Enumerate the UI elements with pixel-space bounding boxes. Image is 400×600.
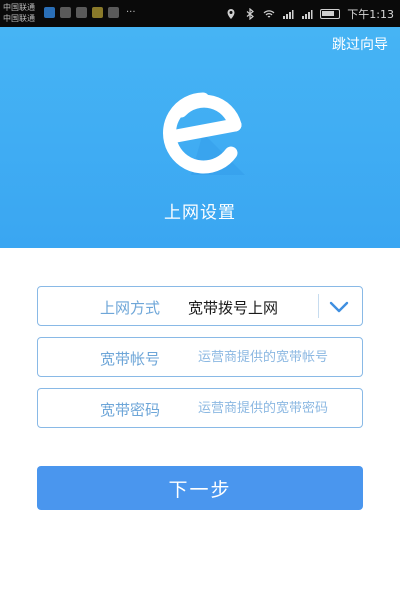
status-right: 下午1:13 <box>225 6 394 22</box>
bluetooth-icon <box>246 8 255 20</box>
app-notification-icon <box>44 7 55 18</box>
password-input[interactable] <box>198 395 358 421</box>
app-badge-icon <box>92 7 103 18</box>
more-notifications-indicator: ··· <box>126 7 136 18</box>
battery-icon <box>320 9 341 19</box>
heart-notification-icon <box>76 7 87 18</box>
location-icon <box>227 9 235 19</box>
connection-type-select[interactable]: 上网方式 宽带拨号上网 <box>37 286 363 326</box>
broadband-password-field: 宽带密码 <box>37 388 363 428</box>
next-step-button[interactable]: 下一步 <box>37 466 363 510</box>
wifi-icon <box>263 10 275 18</box>
connection-type-label: 上网方式 <box>100 299 161 317</box>
page-title: 上网设置 <box>164 203 236 223</box>
chevron-down-icon[interactable] <box>328 297 350 317</box>
signal-2-icon <box>302 10 313 19</box>
account-label: 宽带帐号 <box>100 350 161 368</box>
password-label: 宽带密码 <box>100 401 161 419</box>
status-bar: 中国联通 中国联通 ··· 下午1:13 <box>0 0 400 27</box>
recycle-notification-icon <box>60 7 71 18</box>
header-banner: 跳过向导 上网设置 <box>0 27 400 248</box>
carrier-labels: 中国联通 中国联通 <box>3 2 35 24</box>
skip-wizard-button[interactable]: 跳过向导 <box>332 34 388 54</box>
e-logo-icon <box>163 92 245 175</box>
connection-type-value: 宽带拨号上网 <box>188 299 279 317</box>
carrier-label-1: 中国联通 <box>3 3 35 12</box>
carrier-label-2: 中国联通 <box>3 14 35 23</box>
lock-notification-icon <box>108 7 119 18</box>
account-input[interactable] <box>198 344 358 370</box>
signal-icon <box>283 10 294 19</box>
broadband-account-field: 宽带帐号 <box>37 337 363 377</box>
notification-icons: ··· <box>44 7 136 18</box>
dropdown-divider <box>318 294 319 318</box>
clock: 下午1:13 <box>347 8 394 21</box>
